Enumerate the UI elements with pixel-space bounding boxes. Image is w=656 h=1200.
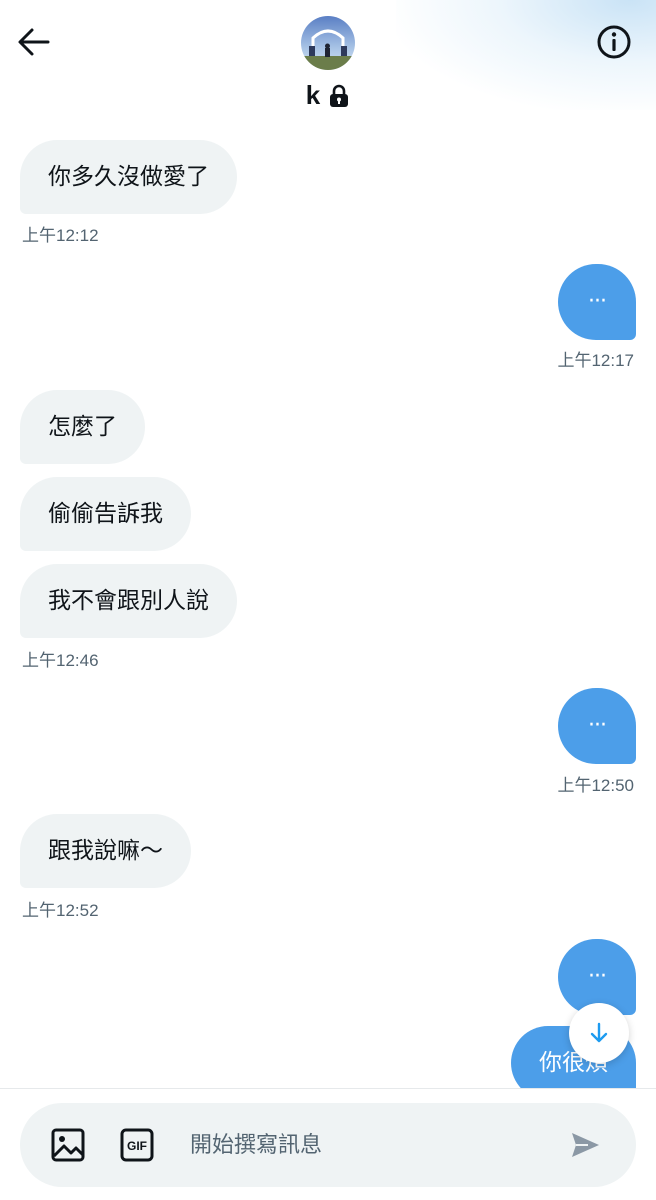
send-button[interactable] <box>568 1128 602 1162</box>
conversation-title[interactable]: k <box>0 80 656 111</box>
message-timestamp: 上午12:12 <box>22 226 99 245</box>
arrow-left-icon <box>18 28 50 56</box>
gif-icon: GIF <box>120 1128 154 1162</box>
message-list[interactable]: 你多久沒做愛了 上午12:12 ··· 上午12:17 怎麼了 偷偷告訴我 我不… <box>0 130 656 1088</box>
message-timestamp: 上午12:50 <box>557 776 634 795</box>
outgoing-message-collapsed[interactable]: ··· <box>558 688 636 764</box>
message-timestamp: 上午12:52 <box>22 901 99 920</box>
back-button[interactable] <box>14 22 54 62</box>
message-composer: GIF <box>20 1103 636 1187</box>
send-icon <box>572 1133 599 1157</box>
incoming-message[interactable]: 你多久沒做愛了 <box>20 140 237 214</box>
info-icon <box>597 25 631 59</box>
message-input[interactable] <box>190 1125 550 1165</box>
conversation-header: k <box>0 0 656 130</box>
lock-icon <box>330 84 349 107</box>
svg-text:GIF: GIF <box>127 1139 147 1153</box>
add-image-button[interactable] <box>50 1127 86 1163</box>
message-timestamp: 上午12:17 <box>557 351 634 370</box>
contact-name: k <box>305 80 321 110</box>
composer-divider <box>0 1088 656 1089</box>
avatar[interactable] <box>301 16 355 70</box>
scroll-to-bottom-button[interactable] <box>569 1003 629 1063</box>
incoming-message[interactable]: 我不會跟別人說 <box>20 564 237 638</box>
incoming-message[interactable]: 跟我說嘛～ <box>20 814 191 888</box>
image-icon <box>51 1128 85 1162</box>
message-timestamp: 上午12:46 <box>22 651 99 670</box>
avatar-image <box>301 16 355 70</box>
arrow-down-icon <box>590 1022 608 1043</box>
add-gif-button[interactable]: GIF <box>119 1127 155 1163</box>
incoming-message[interactable]: 怎麼了 <box>20 390 145 464</box>
conversation-info-button[interactable] <box>594 22 634 62</box>
outgoing-message-collapsed[interactable]: ··· <box>558 264 636 340</box>
incoming-message[interactable]: 偷偷告訴我 <box>20 477 191 551</box>
